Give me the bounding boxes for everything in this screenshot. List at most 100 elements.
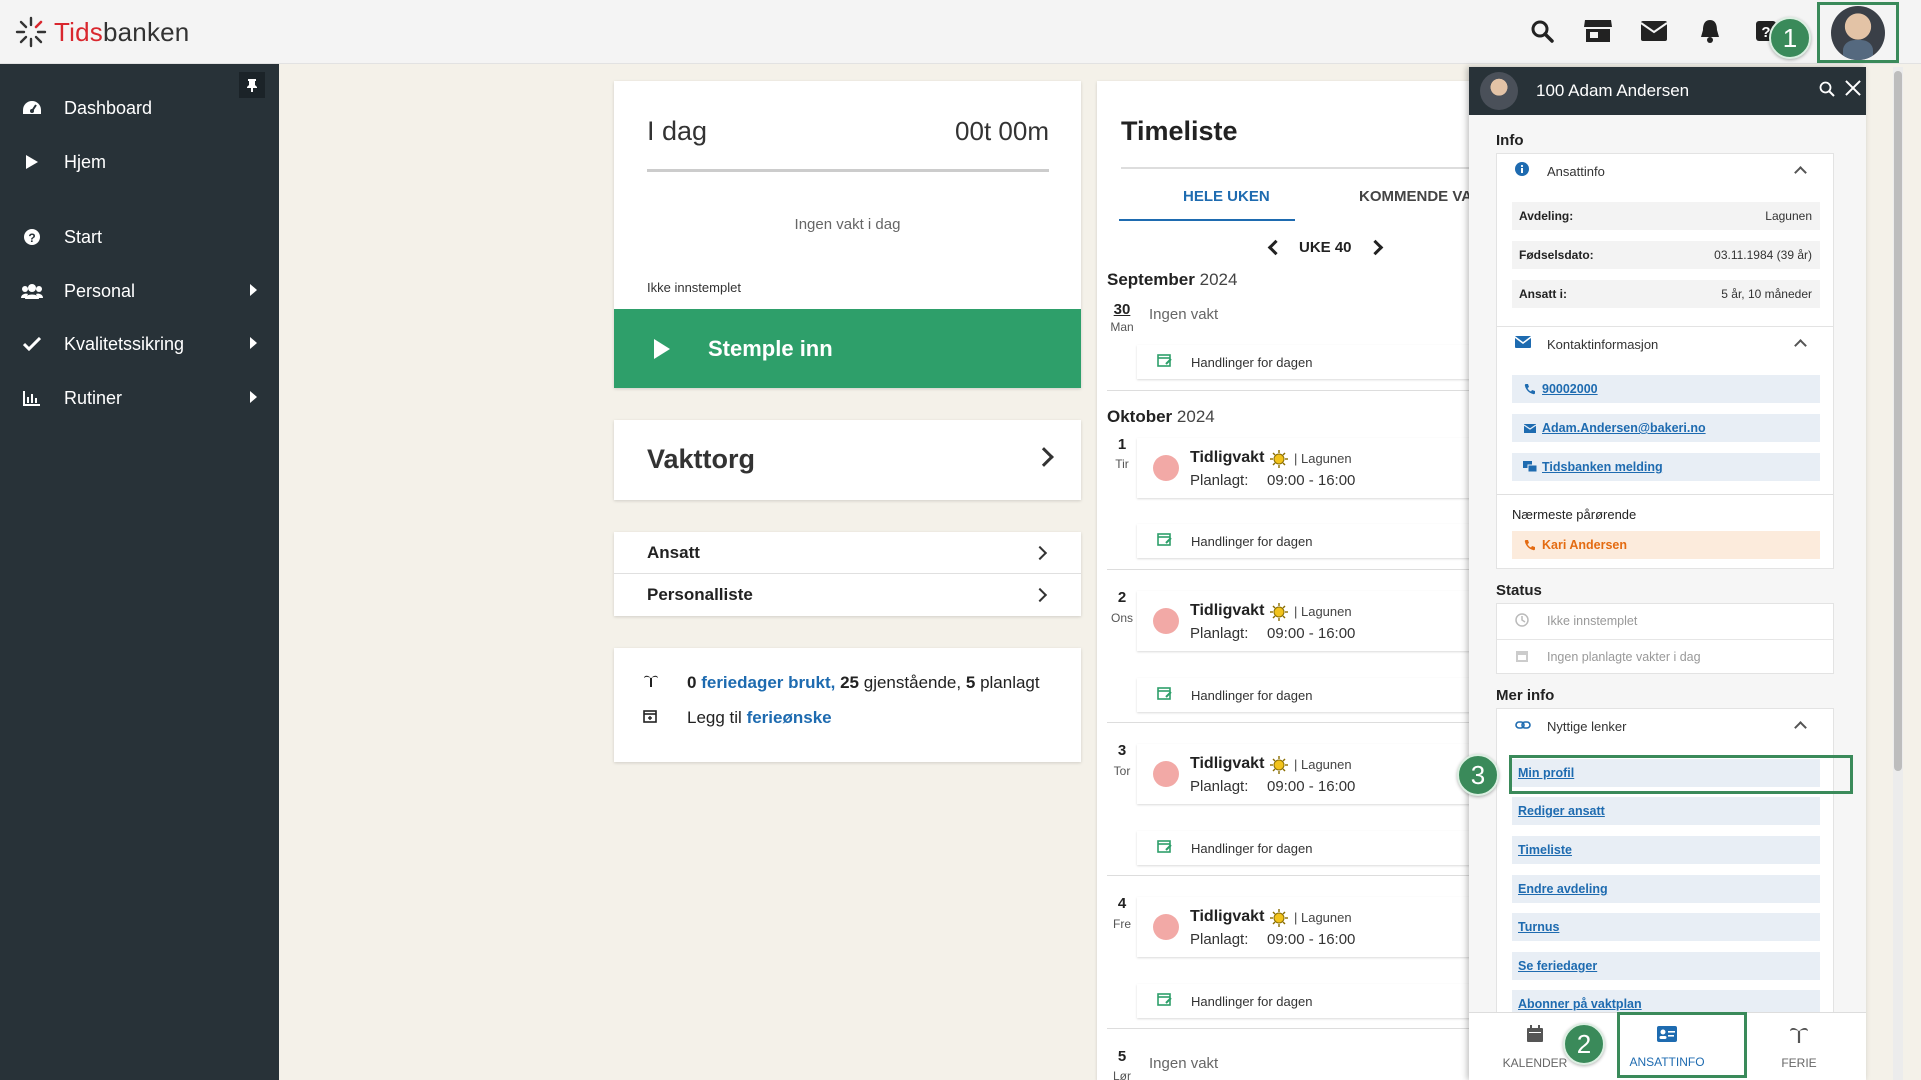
sidebar-item-label: Kvalitetssikring: [64, 333, 185, 354]
sun-icon: [1270, 909, 1288, 932]
shift-color-dot: [1153, 608, 1179, 634]
add-vacation-row: Legg til ferieønske: [643, 708, 832, 728]
day-name: Ons: [1110, 611, 1133, 625]
day-number: 4: [1117, 895, 1127, 912]
stamp-in-button[interactable]: Stemple inn: [614, 309, 1081, 388]
sidebar-item-personal[interactable]: Personal: [0, 269, 279, 313]
bell-icon[interactable]: [1695, 14, 1725, 48]
sidebar-item-start[interactable]: ? Start: [0, 215, 279, 259]
month-header: September 2024: [1107, 270, 1238, 289]
ansattinfo-section: Ansattinfo Avdeling: Lagunen Fødselsdato:…: [1496, 153, 1834, 327]
calendar-plus-icon: [643, 708, 687, 728]
day-number: 1: [1117, 436, 1127, 453]
link-timeliste[interactable]: Timeliste: [1512, 836, 1820, 864]
ansatt-link[interactable]: Ansatt: [614, 532, 1081, 574]
user-menu-button[interactable]: [1817, 2, 1899, 63]
phone-link[interactable]: 90002000: [1512, 375, 1820, 403]
personalliste-link[interactable]: Personalliste: [614, 574, 1081, 616]
next-of-kin-link[interactable]: Kari Andersen: [1512, 531, 1820, 559]
shift-card[interactable]: Tidligvakt | Lagunen Planlagt: 09:00 - 1…: [1137, 438, 1477, 498]
shift-color-dot: [1153, 455, 1179, 481]
scrollbar-thumb[interactable]: [1894, 71, 1902, 771]
chevron-left-icon[interactable]: [1267, 239, 1284, 256]
ansattinfo-toggle[interactable]: Ansattinfo: [1497, 154, 1835, 188]
sidebar-item-hjem[interactable]: Hjem: [0, 140, 279, 184]
add-vacation-link[interactable]: ferieønske: [747, 708, 832, 727]
planned-count: 5: [965, 672, 976, 692]
section-title: Status: [1496, 582, 1542, 599]
timeliste-card: Timeliste HELE UKEN KOMMENDE VA UKE 40 S…: [1097, 81, 1477, 1080]
clock-icon: [1515, 612, 1547, 630]
chevron-right-icon: [1032, 545, 1048, 561]
search-icon[interactable]: [1819, 81, 1835, 102]
logo-mark-icon: [15, 16, 47, 48]
day-actions-button[interactable]: Handlinger for dagen: [1137, 345, 1477, 379]
email-link[interactable]: Adam.Andersen@bakeri.no: [1512, 414, 1820, 442]
shift-card[interactable]: Tidligvakt | Lagunen Planlagt: 09:00 - 1…: [1137, 591, 1477, 651]
message-link[interactable]: Tidsbanken melding: [1512, 453, 1820, 481]
used-link[interactable]: feriedager brukt,: [701, 673, 835, 692]
ansattinfo-label: Ansattinfo: [1547, 163, 1605, 179]
no-shift-text: Ingen vakt: [1149, 306, 1219, 323]
mail-icon[interactable]: [1639, 14, 1669, 48]
chevron-right-icon: [250, 391, 257, 403]
link-rediger-ansatt[interactable]: Rediger ansatt: [1512, 797, 1820, 825]
day-name: Tir: [1115, 457, 1129, 471]
day-name: Tor: [1113, 764, 1131, 778]
link-turnus[interactable]: Turnus: [1512, 913, 1820, 941]
link-endre-avdeling[interactable]: Endre avdeling: [1512, 875, 1820, 903]
day-actions-button[interactable]: Handlinger for dagen: [1137, 831, 1477, 865]
divider: [1107, 722, 1477, 723]
divider: [1107, 875, 1477, 876]
phone-icon: [1518, 383, 1542, 395]
contact-toggle[interactable]: Kontaktinformasjon: [1497, 327, 1835, 361]
vacation-card: 0 feriedager brukt, 25 gjenstående, 5 pl…: [614, 648, 1081, 762]
shift-color-dot: [1153, 761, 1179, 787]
chevron-right-icon[interactable]: [1367, 239, 1383, 256]
close-icon[interactable]: [1843, 78, 1863, 98]
section-title: Mer info: [1496, 687, 1555, 704]
day-actions-label: Handlinger for dagen: [1191, 840, 1313, 856]
edit-calendar-icon: [1157, 992, 1191, 1011]
tab-ferie[interactable]: FERIE: [1733, 1013, 1865, 1080]
envelope-icon: [1518, 423, 1542, 433]
shift-card[interactable]: Tidligvakt | Lagunen Planlagt: 09:00 - 1…: [1137, 897, 1477, 957]
edit-calendar-icon: [1157, 532, 1191, 551]
day-actions-button[interactable]: Handlinger for dagen: [1137, 984, 1477, 1018]
sidebar-item-label: Dashboard: [64, 97, 153, 118]
shift-department: | Lagunen: [1294, 910, 1352, 925]
day-actions-button[interactable]: Handlinger for dagen: [1137, 678, 1477, 712]
tab-hele-uken[interactable]: HELE UKEN: [1183, 188, 1270, 205]
useful-links-toggle[interactable]: Nyttige lenker: [1497, 709, 1835, 743]
sidebar-item-kvalitetssikring[interactable]: Kvalitetssikring: [0, 322, 279, 366]
today-time: 00t 00m: [955, 116, 1049, 146]
sidebar-item-rutiner[interactable]: Rutiner: [0, 376, 279, 420]
planned-label: planlagt: [980, 672, 1040, 692]
day-actions-label: Handlinger for dagen: [1191, 533, 1313, 549]
chevron-right-icon: [250, 337, 257, 349]
planned-label: Planlagt:: [1190, 931, 1249, 948]
day-actions-button[interactable]: Handlinger for dagen: [1137, 524, 1477, 558]
shift-card[interactable]: Tidligvakt | Lagunen Planlagt: 09:00 - 1…: [1137, 744, 1477, 804]
vakttorg-button[interactable]: Vakttorg: [614, 420, 1081, 500]
search-icon[interactable]: [1527, 14, 1557, 48]
employee-panel: 100 Adam Andersen Info Ansattinfo Avdeli…: [1469, 67, 1866, 1080]
shift-department: | Lagunen: [1294, 604, 1352, 619]
logo[interactable]: Tidsbanken: [14, 15, 189, 49]
highlight-min-profil: [1509, 755, 1853, 794]
shift-name: Tidligvakt: [1190, 602, 1265, 619]
palm-tree-icon: [1789, 1025, 1809, 1048]
day-actions-label: Handlinger for dagen: [1191, 354, 1313, 370]
contact-section: Kontaktinformasjon 90002000 Adam.Anderse…: [1496, 326, 1834, 569]
store-icon[interactable]: [1583, 14, 1613, 48]
tab-label: FERIE: [1781, 1055, 1817, 1070]
users-icon: [0, 283, 64, 299]
link-icon: [1515, 717, 1547, 735]
tab-kommende-vakter[interactable]: KOMMENDE VA: [1359, 188, 1472, 205]
day-name: Lør: [1113, 1069, 1131, 1080]
link-se-feriedager[interactable]: Se feriedager: [1512, 952, 1820, 980]
sidebar-item-dashboard[interactable]: Dashboard: [0, 86, 279, 130]
week-label: UKE 40: [1299, 239, 1352, 256]
panel-title: 100 Adam Andersen: [1536, 81, 1690, 100]
panel-scrollbar[interactable]: [1893, 67, 1903, 1080]
